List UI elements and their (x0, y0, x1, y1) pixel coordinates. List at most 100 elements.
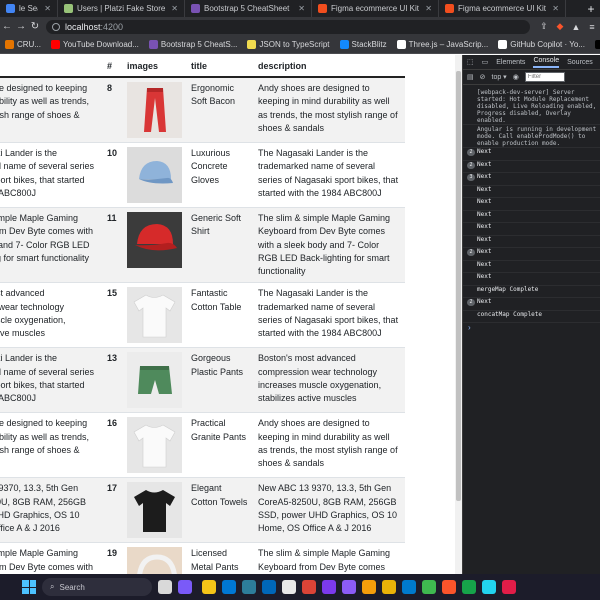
headphones-image (127, 547, 182, 574)
bookmark-favicon-icon (148, 40, 158, 49)
console-message: Next (463, 236, 600, 248)
taskbar-app-icon[interactable] (262, 580, 276, 594)
taskbar-search-box[interactable]: ⌕ Search (42, 578, 152, 596)
console-prompt[interactable]: › (463, 323, 600, 332)
context-select[interactable]: top ▾ (492, 73, 507, 81)
table-row: aki Lander is the ed name of several seri… (0, 142, 405, 208)
scrollbar-thumb[interactable] (456, 71, 461, 501)
console-toolbar: ▤ ⊘ top ▾ ◉ (463, 70, 600, 85)
bookmark-item[interactable]: Bootstrap 5 CheatS... (144, 40, 243, 49)
console-message: concatMap Complete (463, 311, 600, 323)
left-description-line: 4 ABC800J (0, 393, 37, 404)
share-icon[interactable]: ⇪ (536, 19, 552, 35)
left-description-line: ed name of several series (0, 161, 95, 172)
forward-icon[interactable]: → (14, 21, 28, 32)
device-toggle-icon[interactable]: ▭ (482, 58, 489, 66)
left-description-line: rability as well as trends, (0, 96, 90, 107)
repeat-count-badge: 2 (467, 161, 475, 169)
bookmark-label: GitHub Copilot · Yo... (510, 40, 585, 49)
bookmark-item[interactable]: Three.js – JavaScrip... (392, 40, 494, 49)
cell-description: New ABC 13 9370, 13.3, 5th Gen CoreA5-82… (254, 477, 405, 544)
left-description-line: n wear technology (0, 301, 65, 312)
taskbar-app-icon[interactable] (502, 580, 516, 594)
taskbar-app-icon[interactable] (158, 580, 172, 594)
left-description-line: sport bikes, that started (0, 380, 85, 391)
repeat-count-badge: 2 (467, 299, 475, 306)
taskbar-app-icon[interactable] (322, 580, 336, 594)
console-message-text: Next (477, 148, 492, 155)
brave-shield-icon[interactable]: ◆ (552, 19, 568, 35)
cell-description: The Nagasaki Lander is the trademarked n… (254, 282, 405, 349)
bookmark-item[interactable]: GitHub Copilot · Yo... (493, 40, 590, 49)
bookmark-label: StackBlitz (351, 40, 387, 49)
browser-tab[interactable]: Figma ecommerce UI Kit (web & mob ✕ (439, 0, 566, 17)
browser-tab[interactable]: Figma ecommerce UI Kit (web & mob ✕ (312, 0, 439, 17)
left-description-line: rom Dev Byte comes with (0, 561, 94, 572)
taskbar-app-icon[interactable] (402, 580, 416, 594)
tab-close-icon[interactable]: ✕ (171, 4, 178, 13)
site-info-icon[interactable] (52, 22, 60, 31)
console-filter-input[interactable] (524, 72, 565, 82)
bookmark-item[interactable]: StackBlitz (335, 40, 392, 49)
cell-description-left: simple Maple Gaming rom Dev Byte comes wi… (0, 542, 103, 574)
taskbar-app-icon[interactable] (178, 580, 192, 594)
bookmark-item[interactable]: CRU... (0, 40, 46, 49)
windows-start-icon[interactable] (22, 580, 36, 594)
sidebar-toggle-icon[interactable]: ▤ (467, 73, 474, 81)
bookmark-item[interactable]: DEV Community... (590, 40, 600, 49)
reload-icon[interactable]: ↻ (28, 21, 42, 32)
browser-tab[interactable]: le Search ✕ (0, 0, 58, 17)
bookmarks-bar: CRU... YouTube Download... Bootstrap 5 Che… (0, 36, 600, 54)
devtools-tab-console[interactable]: Console (533, 57, 560, 68)
browser-tab[interactable]: Users | Platzi Fake Store API ✕ (58, 0, 185, 17)
menu-icon[interactable]: ≡ (584, 19, 600, 35)
taskbar-app-icon[interactable] (442, 580, 456, 594)
url-field[interactable]: localhost:4200 (46, 19, 530, 34)
red-pants-image (127, 82, 182, 138)
tab-close-icon[interactable]: ✕ (552, 4, 559, 13)
back-icon[interactable]: ← (0, 21, 14, 32)
console-message: 3 Next (463, 173, 600, 186)
tab-close-icon[interactable]: ✕ (44, 4, 51, 13)
cell-id: 16 (103, 412, 123, 479)
taskbar-app-icon[interactable] (382, 580, 396, 594)
devtools-tab-elements[interactable]: Elements (496, 59, 525, 66)
rewards-icon[interactable]: ▲ (568, 19, 584, 35)
cell-description-left: ost advanced n wear technology uscle oxyge… (0, 282, 103, 349)
repeat-count-badge: 2 (467, 249, 475, 256)
taskbar-app-icon[interactable] (302, 580, 316, 594)
inspect-icon[interactable]: ⬚ (467, 58, 474, 66)
table-body: are designed to keeping rability as well … (0, 77, 405, 574)
taskbar-app-icon[interactable] (342, 580, 356, 594)
bookmark-favicon-icon (396, 40, 406, 49)
taskbar-app-icon[interactable] (482, 580, 496, 594)
taskbar-app-icon[interactable] (222, 580, 236, 594)
taskbar-app-icon[interactable] (202, 580, 216, 594)
taskbar-app-icon[interactable] (422, 580, 436, 594)
taskbar-app-icon[interactable] (242, 580, 256, 594)
page-scrollbar[interactable] (455, 55, 462, 574)
tab-close-icon[interactable]: ✕ (298, 4, 305, 13)
left-description-line: rom Dev Byte comes with (0, 226, 94, 237)
tab-close-icon[interactable]: ✕ (425, 4, 432, 13)
cell-image (123, 207, 187, 284)
browser-tab[interactable]: Bootstrap 5 CheatSheet By ThemeSele ✕ (185, 0, 312, 17)
tab-label: le Search (19, 4, 38, 13)
bookmark-item[interactable]: JSON to TypeScript (242, 40, 334, 49)
bookmark-favicon-icon (339, 40, 349, 49)
left-description-line: aki Lander is the (0, 353, 58, 364)
console-message: Next (463, 198, 600, 211)
devtools-tab-sources[interactable]: Sources (567, 59, 593, 66)
console-message-text: Next (477, 160, 492, 168)
bookmark-item[interactable]: YouTube Download... (46, 40, 144, 49)
taskbar-app-icon[interactable] (462, 580, 476, 594)
tab-strip: le Search ✕ Users | Platzi Fake Store API ✕… (0, 0, 566, 17)
taskbar-app-icon[interactable] (362, 580, 376, 594)
repeat-count-badge: 2 (467, 149, 475, 156)
clear-console-icon[interactable]: ⊘ (480, 73, 486, 81)
cell-image (123, 142, 187, 208)
taskbar-app-icon[interactable] (282, 580, 296, 594)
eye-icon[interactable]: ◉ (513, 73, 519, 81)
left-description-line: ylish range of shoes & (0, 109, 80, 120)
new-tab-button[interactable]: + (582, 0, 600, 17)
